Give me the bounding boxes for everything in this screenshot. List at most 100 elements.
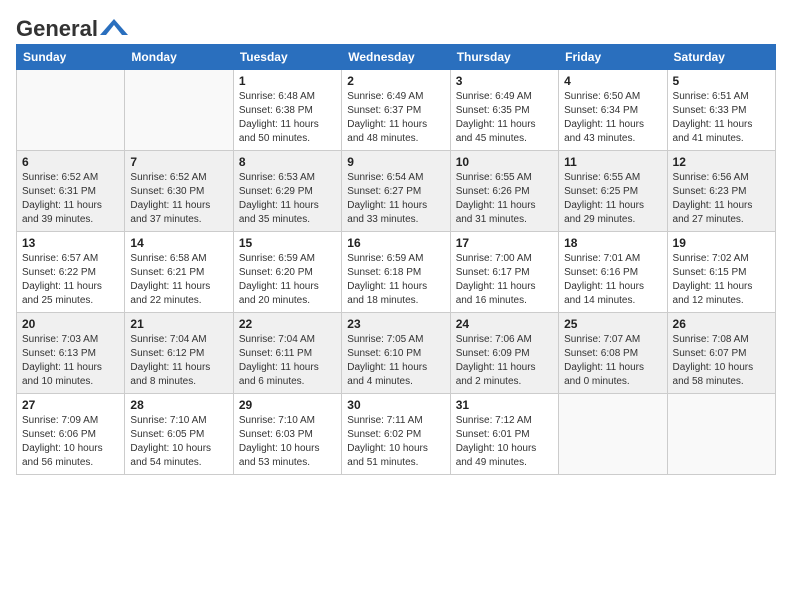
cell-info: Sunrise: 6:57 AMSunset: 6:22 PMDaylight:… — [22, 252, 119, 308]
calendar-cell: 17Sunrise: 7:00 AMSunset: 6:17 PMDayligh… — [450, 232, 558, 313]
calendar-cell: 23Sunrise: 7:05 AMSunset: 6:10 PMDayligh… — [342, 313, 450, 394]
calendar-cell: 22Sunrise: 7:04 AMSunset: 6:11 PMDayligh… — [233, 313, 341, 394]
weekday-header-row: SundayMondayTuesdayWednesdayThursdayFrid… — [17, 45, 776, 70]
cell-line: Daylight: 10 hours and 51 minutes. — [347, 442, 444, 470]
calendar-cell: 21Sunrise: 7:04 AMSunset: 6:12 PMDayligh… — [125, 313, 233, 394]
day-number: 31 — [456, 398, 553, 412]
day-number: 10 — [456, 155, 553, 169]
cell-line: Sunset: 6:12 PM — [130, 347, 227, 361]
cell-line: Sunset: 6:10 PM — [347, 347, 444, 361]
cell-line: Sunrise: 7:04 AM — [130, 333, 227, 347]
page-header: General — [16, 16, 776, 36]
cell-line: Sunrise: 6:57 AM — [22, 252, 119, 266]
cell-line: Daylight: 11 hours and 0 minutes. — [564, 361, 661, 389]
logo: General — [16, 16, 128, 36]
cell-info: Sunrise: 6:48 AMSunset: 6:38 PMDaylight:… — [239, 90, 336, 146]
cell-line: Daylight: 11 hours and 39 minutes. — [22, 199, 119, 227]
cell-info: Sunrise: 7:01 AMSunset: 6:16 PMDaylight:… — [564, 252, 661, 308]
cell-info: Sunrise: 6:59 AMSunset: 6:20 PMDaylight:… — [239, 252, 336, 308]
day-number: 15 — [239, 236, 336, 250]
cell-line: Sunset: 6:35 PM — [456, 104, 553, 118]
cell-line: Sunset: 6:22 PM — [22, 266, 119, 280]
cell-info: Sunrise: 7:10 AMSunset: 6:05 PMDaylight:… — [130, 414, 227, 470]
day-number: 30 — [347, 398, 444, 412]
cell-info: Sunrise: 7:07 AMSunset: 6:08 PMDaylight:… — [564, 333, 661, 389]
cell-info: Sunrise: 7:02 AMSunset: 6:15 PMDaylight:… — [673, 252, 770, 308]
calendar-cell: 9Sunrise: 6:54 AMSunset: 6:27 PMDaylight… — [342, 151, 450, 232]
cell-info: Sunrise: 6:52 AMSunset: 6:30 PMDaylight:… — [130, 171, 227, 227]
week-row-4: 20Sunrise: 7:03 AMSunset: 6:13 PMDayligh… — [17, 313, 776, 394]
cell-line: Sunset: 6:33 PM — [673, 104, 770, 118]
cell-line: Sunrise: 6:56 AM — [673, 171, 770, 185]
calendar-cell: 11Sunrise: 6:55 AMSunset: 6:25 PMDayligh… — [559, 151, 667, 232]
cell-line: Daylight: 11 hours and 14 minutes. — [564, 280, 661, 308]
cell-line: Daylight: 11 hours and 2 minutes. — [456, 361, 553, 389]
cell-info: Sunrise: 7:09 AMSunset: 6:06 PMDaylight:… — [22, 414, 119, 470]
calendar-cell: 8Sunrise: 6:53 AMSunset: 6:29 PMDaylight… — [233, 151, 341, 232]
calendar-cell: 12Sunrise: 6:56 AMSunset: 6:23 PMDayligh… — [667, 151, 775, 232]
cell-line: Sunset: 6:08 PM — [564, 347, 661, 361]
day-number: 24 — [456, 317, 553, 331]
cell-line: Sunrise: 6:59 AM — [239, 252, 336, 266]
cell-line: Daylight: 10 hours and 58 minutes. — [673, 361, 770, 389]
cell-line: Sunset: 6:23 PM — [673, 185, 770, 199]
weekday-header-saturday: Saturday — [667, 45, 775, 70]
weekday-header-wednesday: Wednesday — [342, 45, 450, 70]
weekday-header-friday: Friday — [559, 45, 667, 70]
calendar-cell: 14Sunrise: 6:58 AMSunset: 6:21 PMDayligh… — [125, 232, 233, 313]
cell-info: Sunrise: 7:11 AMSunset: 6:02 PMDaylight:… — [347, 414, 444, 470]
cell-line: Daylight: 11 hours and 35 minutes. — [239, 199, 336, 227]
calendar-cell — [559, 394, 667, 475]
calendar-cell: 25Sunrise: 7:07 AMSunset: 6:08 PMDayligh… — [559, 313, 667, 394]
cell-line: Daylight: 11 hours and 43 minutes. — [564, 118, 661, 146]
calendar-cell: 1 Sunrise: 6:48 AMSunset: 6:38 PMDaylight… — [233, 70, 341, 151]
calendar-cell: 19Sunrise: 7:02 AMSunset: 6:15 PMDayligh… — [667, 232, 775, 313]
cell-line: Daylight: 11 hours and 37 minutes. — [130, 199, 227, 227]
week-row-5: 27Sunrise: 7:09 AMSunset: 6:06 PMDayligh… — [17, 394, 776, 475]
cell-line: Sunrise: 7:01 AM — [564, 252, 661, 266]
calendar-cell: 29Sunrise: 7:10 AMSunset: 6:03 PMDayligh… — [233, 394, 341, 475]
calendar-cell: 13Sunrise: 6:57 AMSunset: 6:22 PMDayligh… — [17, 232, 125, 313]
cell-line: Sunset: 6:17 PM — [456, 266, 553, 280]
cell-line: Sunrise: 7:10 AM — [239, 414, 336, 428]
cell-info: Sunrise: 7:06 AMSunset: 6:09 PMDaylight:… — [456, 333, 553, 389]
day-number: 4 — [564, 74, 661, 88]
logo-general: General — [16, 16, 98, 42]
cell-line: Daylight: 11 hours and 16 minutes. — [456, 280, 553, 308]
cell-line: Daylight: 10 hours and 49 minutes. — [456, 442, 553, 470]
cell-line: Sunset: 6:03 PM — [239, 428, 336, 442]
cell-line: Sunrise: 7:07 AM — [564, 333, 661, 347]
cell-info: Sunrise: 7:10 AMSunset: 6:03 PMDaylight:… — [239, 414, 336, 470]
cell-line: Sunrise: 6:55 AM — [564, 171, 661, 185]
cell-info: Sunrise: 7:05 AMSunset: 6:10 PMDaylight:… — [347, 333, 444, 389]
cell-info: Sunrise: 6:50 AMSunset: 6:34 PMDaylight:… — [564, 90, 661, 146]
cell-line: Sunrise: 6:59 AM — [347, 252, 444, 266]
cell-line: Sunrise: 6:52 AM — [130, 171, 227, 185]
day-number: 7 — [130, 155, 227, 169]
day-number: 22 — [239, 317, 336, 331]
cell-line: Sunrise: 7:09 AM — [22, 414, 119, 428]
cell-line: Sunrise: 6:55 AM — [456, 171, 553, 185]
cell-line: Sunset: 6:11 PM — [239, 347, 336, 361]
calendar-cell — [125, 70, 233, 151]
cell-line: Sunrise: 6:53 AM — [239, 171, 336, 185]
day-number: 1 — [239, 74, 336, 88]
cell-line: Sunrise: 6:49 AM — [456, 90, 553, 104]
cell-line: Sunrise: 7:05 AM — [347, 333, 444, 347]
cell-line: Sunset: 6:02 PM — [347, 428, 444, 442]
cell-line: Daylight: 11 hours and 27 minutes. — [673, 199, 770, 227]
day-number: 21 — [130, 317, 227, 331]
cell-line: Sunset: 6:13 PM — [22, 347, 119, 361]
cell-line: Sunrise: 7:10 AM — [130, 414, 227, 428]
cell-info: Sunrise: 6:59 AMSunset: 6:18 PMDaylight:… — [347, 252, 444, 308]
calendar-cell: 20Sunrise: 7:03 AMSunset: 6:13 PMDayligh… — [17, 313, 125, 394]
cell-line: Sunrise: 7:04 AM — [239, 333, 336, 347]
calendar-cell: 5Sunrise: 6:51 AMSunset: 6:33 PMDaylight… — [667, 70, 775, 151]
cell-line: Daylight: 10 hours and 54 minutes. — [130, 442, 227, 470]
cell-line: Sunrise: 7:00 AM — [456, 252, 553, 266]
cell-line: Sunrise: 7:11 AM — [347, 414, 444, 428]
cell-line: Sunset: 6:30 PM — [130, 185, 227, 199]
cell-line: Sunrise: 7:06 AM — [456, 333, 553, 347]
cell-line: Sunset: 6:25 PM — [564, 185, 661, 199]
cell-line: Daylight: 11 hours and 45 minutes. — [456, 118, 553, 146]
